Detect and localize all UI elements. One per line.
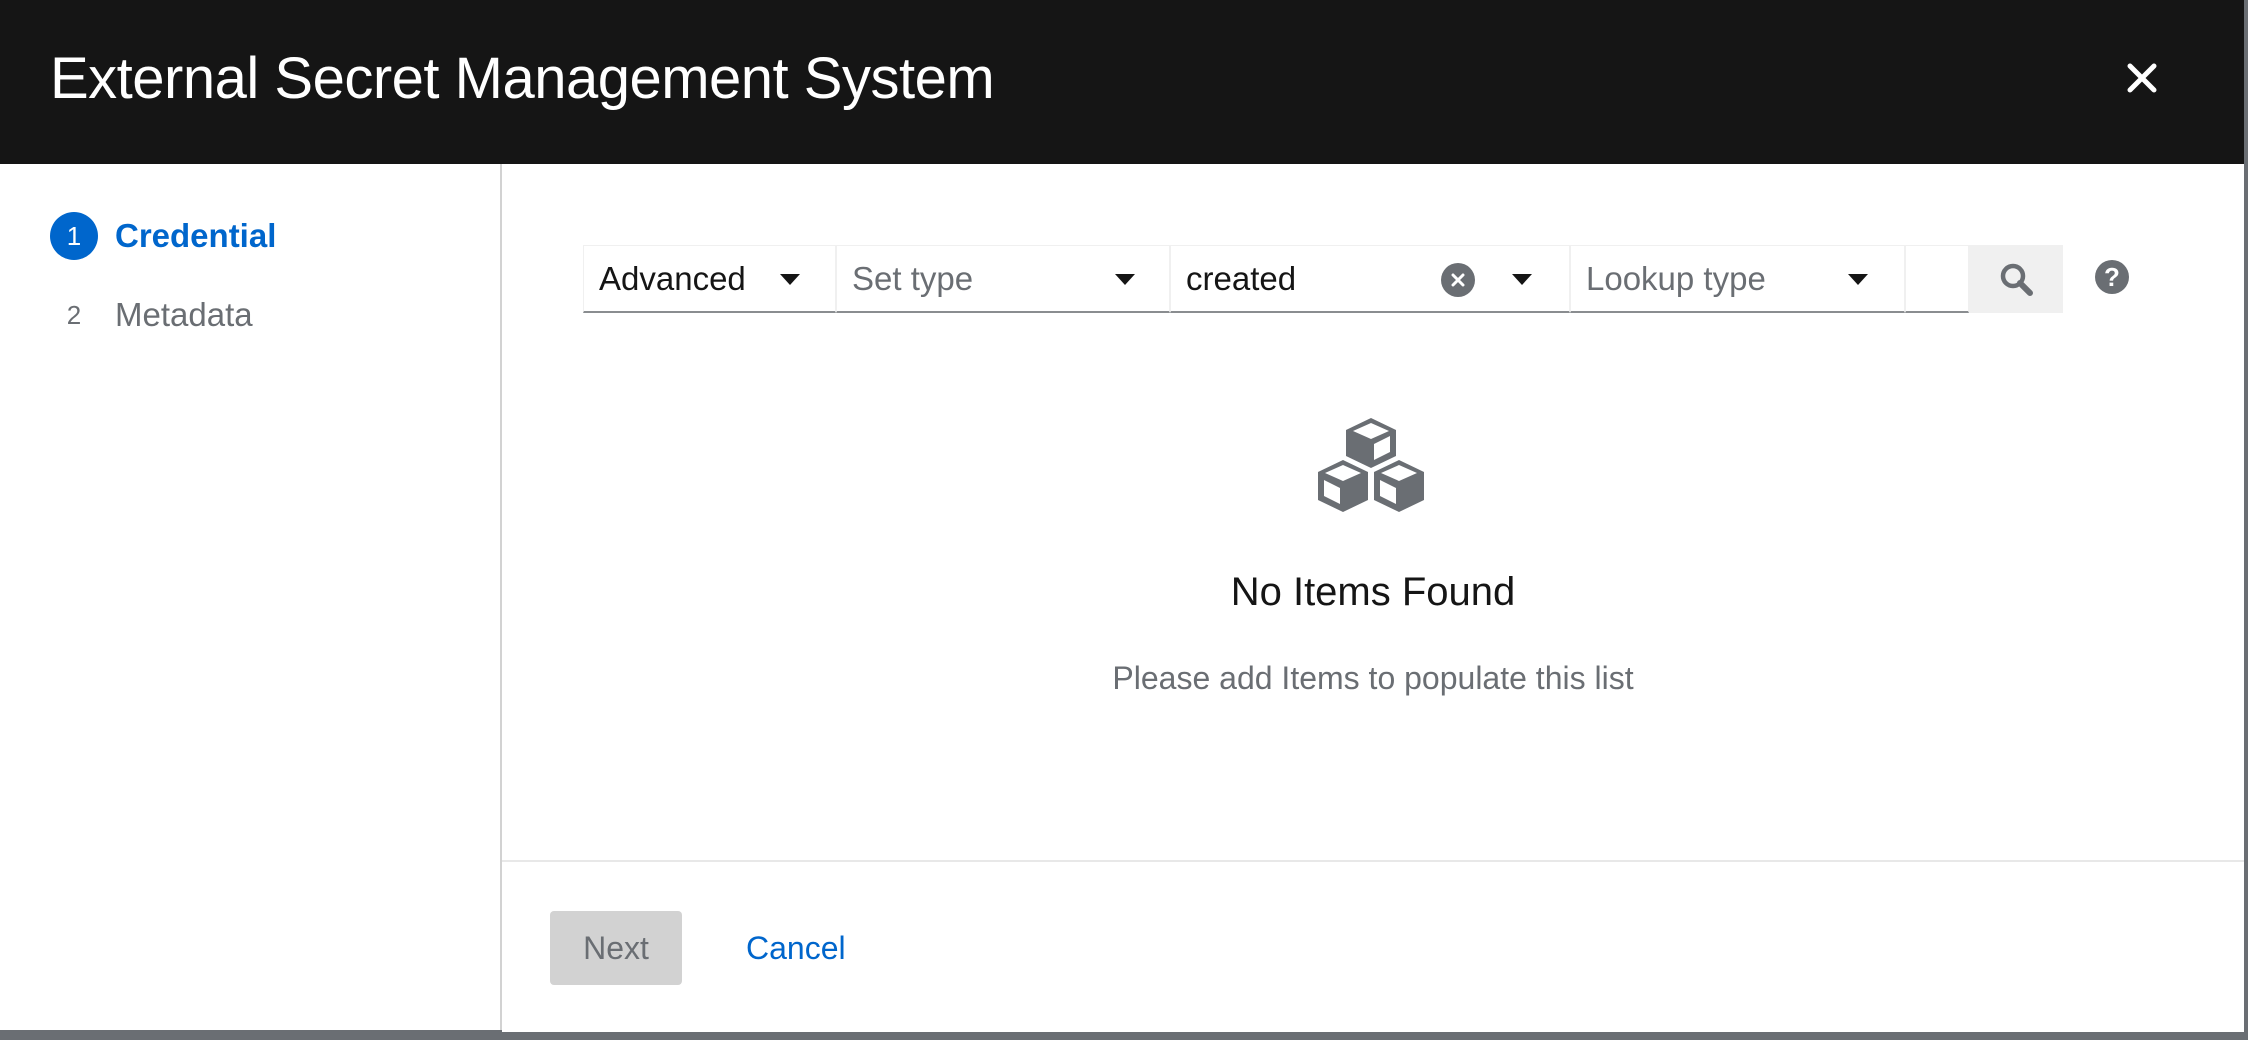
lookup-type-placeholder: Lookup type <box>1586 259 1766 297</box>
caret-down-icon <box>780 274 800 285</box>
wizard-main: Advanced Set type created Lookup type ? … <box>502 164 2244 860</box>
wizard-footer: Next Cancel <box>502 860 2244 1032</box>
modal-title: External Secret Management System <box>50 46 995 111</box>
key-select[interactable]: created <box>1170 245 1570 313</box>
nav-step-metadata[interactable]: 2 Metadata <box>50 290 253 340</box>
next-button[interactable]: Next <box>550 911 682 985</box>
search-mode-value: Advanced <box>599 259 746 297</box>
times-circle-icon[interactable] <box>1441 263 1475 297</box>
question-circle-icon[interactable]: ? <box>2095 260 2129 294</box>
close-icon <box>2127 63 2157 93</box>
set-type-placeholder: Set type <box>852 259 974 297</box>
nav-step-credential[interactable]: 1 Credential <box>50 211 276 261</box>
wizard-modal: External Secret Management System 1 Cred… <box>0 0 2244 1032</box>
step-number: 2 <box>66 299 82 330</box>
lookup-type-select[interactable]: Lookup type <box>1570 245 1905 313</box>
search-icon <box>2000 263 2033 296</box>
step-number: 1 <box>50 212 98 260</box>
modal-header: External Secret Management System <box>0 0 2244 164</box>
caret-down-icon <box>1512 274 1532 285</box>
close-button[interactable] <box>2112 48 2172 108</box>
empty-state-body: Please add Items to populate this list <box>1112 660 1634 696</box>
caret-down-icon <box>1848 274 1868 285</box>
search-button[interactable] <box>1969 245 2063 313</box>
search-input[interactable] <box>1905 245 1969 313</box>
cubes-icon <box>1318 418 1424 512</box>
step-label: Credential <box>115 217 277 254</box>
empty-state-title: No Items Found <box>1230 570 1516 614</box>
search-toolbar: Advanced Set type created Lookup type <box>583 245 2063 316</box>
caret-down-icon <box>1115 274 1135 285</box>
step-label: Metadata <box>115 296 253 333</box>
key-value: created <box>1186 259 1297 297</box>
cancel-button[interactable]: Cancel <box>746 911 846 985</box>
wizard-nav: 1 Credential 2 Metadata <box>0 164 502 1030</box>
search-mode-select[interactable]: Advanced <box>583 245 836 313</box>
set-type-select[interactable]: Set type <box>836 245 1170 313</box>
